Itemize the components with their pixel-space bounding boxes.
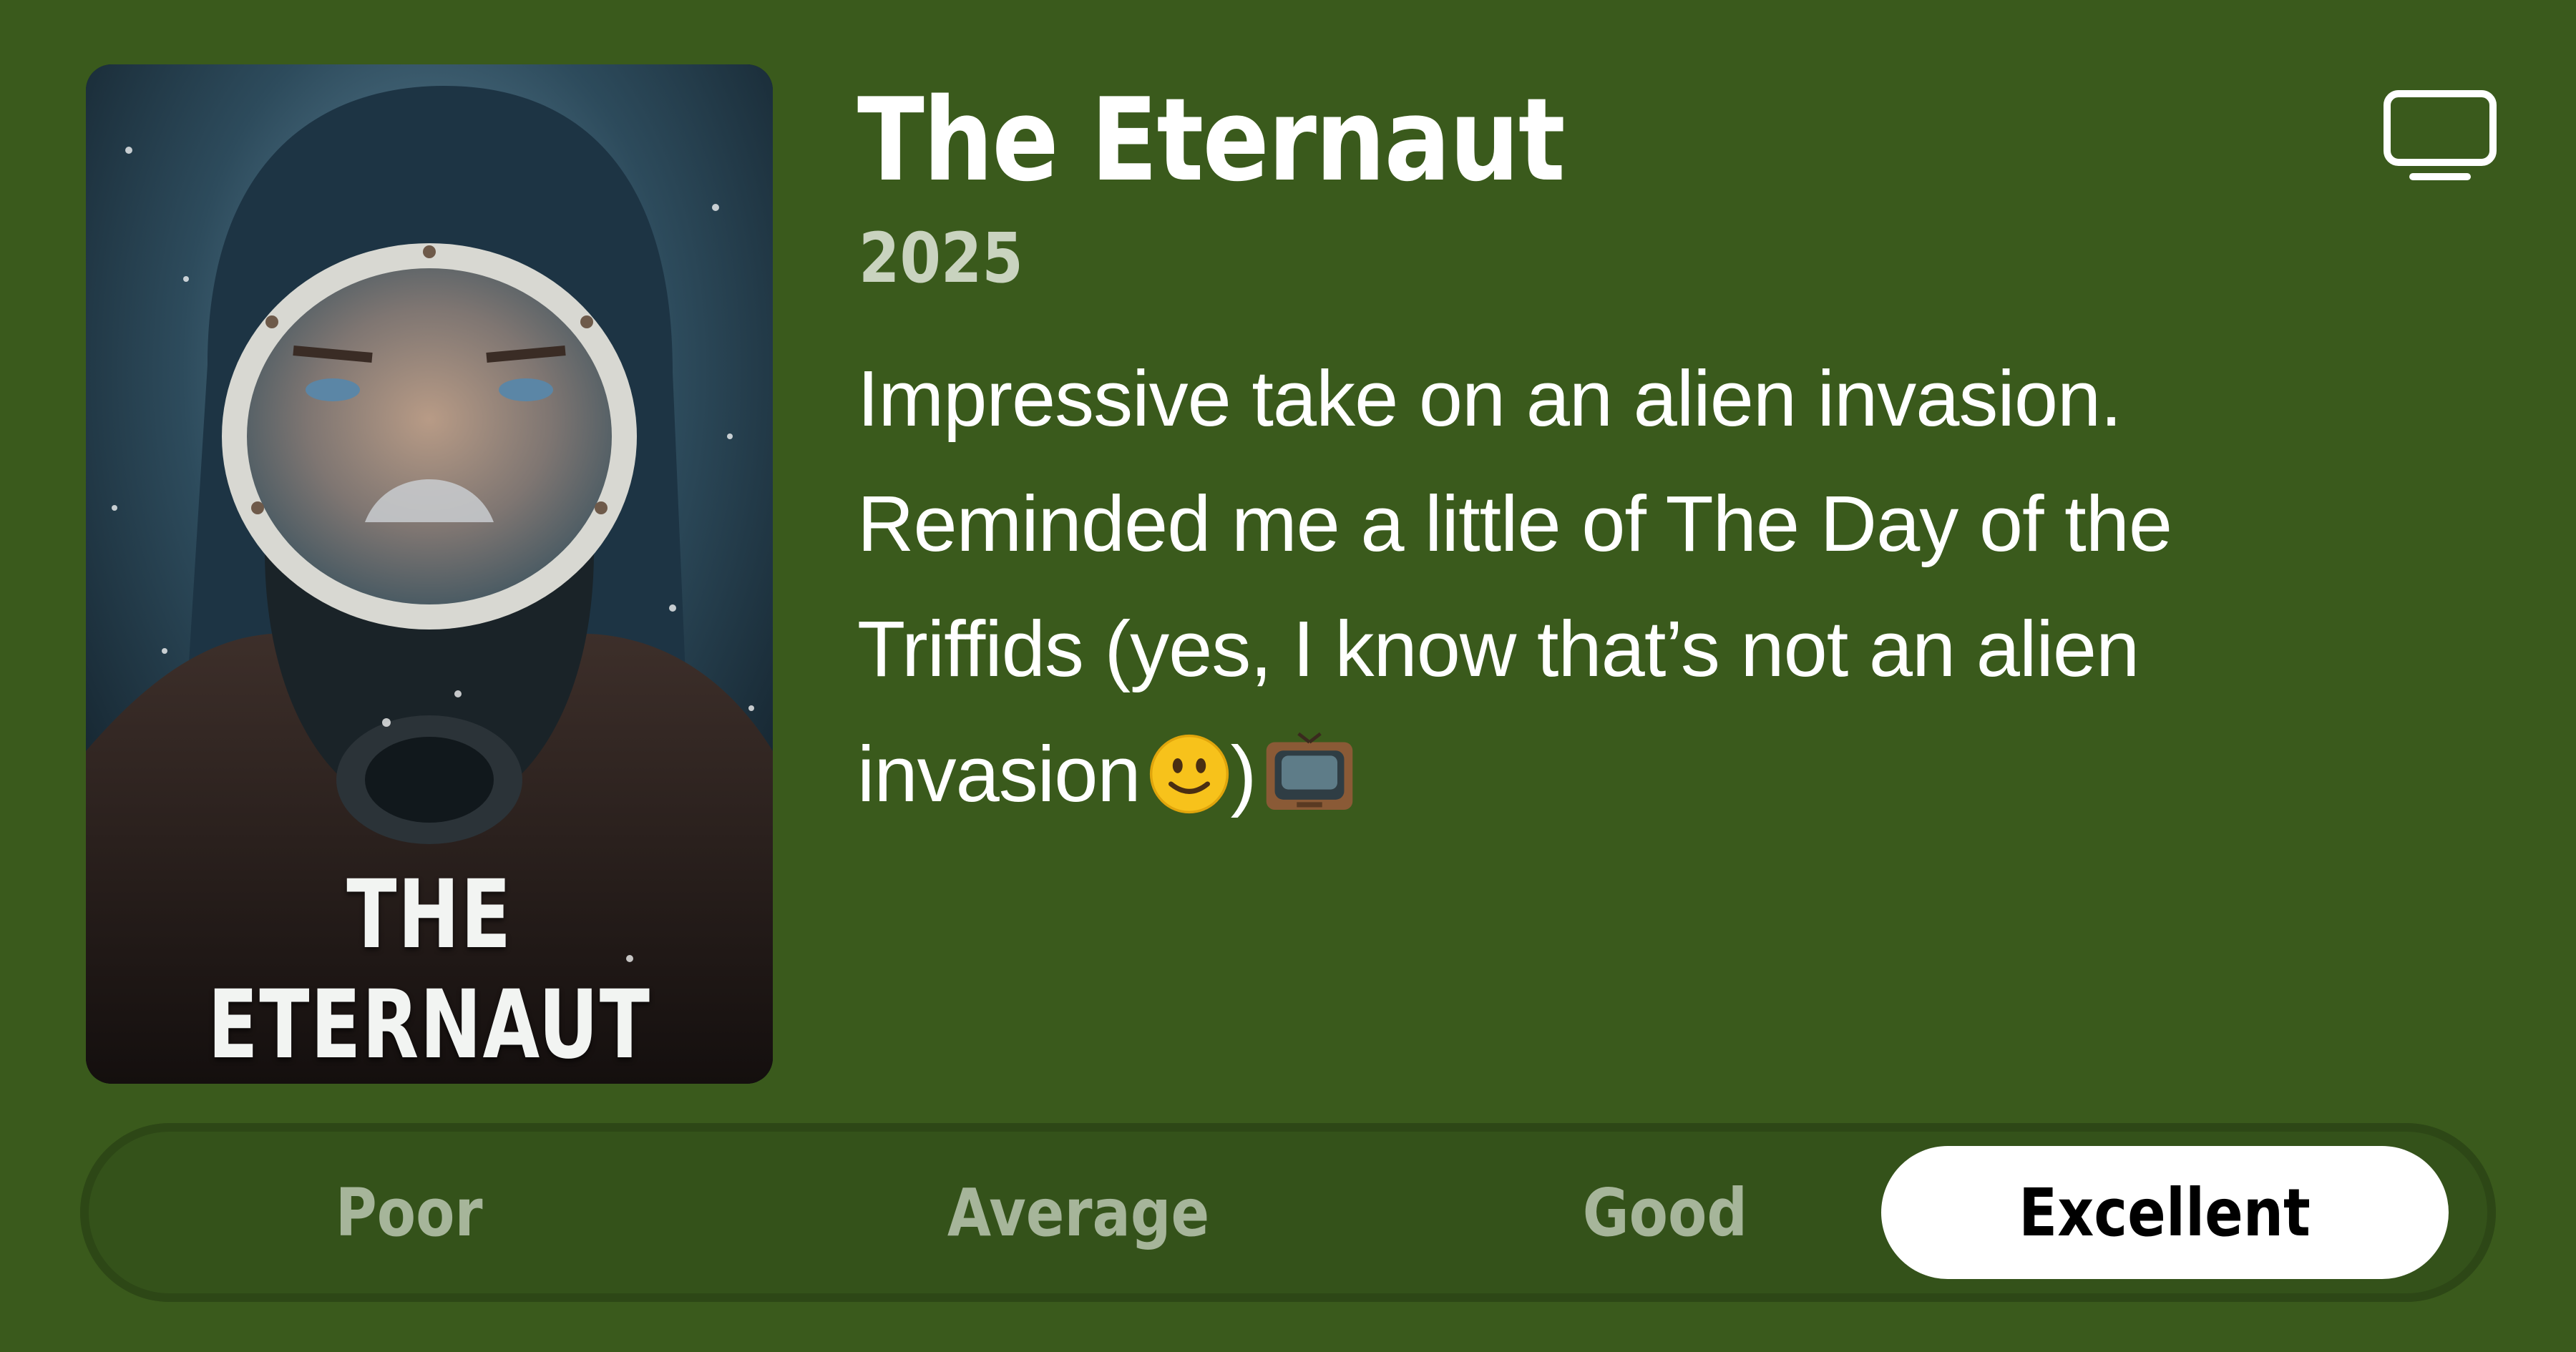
- release-year: 2025: [859, 218, 1023, 298]
- review-closing-paren: ): [1230, 730, 1257, 818]
- tv-icon[interactable]: [2383, 89, 2497, 182]
- rating-selector: Poor Average Good Excellent: [80, 1123, 2496, 1302]
- rating-option-label: Good: [1582, 1174, 1748, 1251]
- rating-option-label: Poor: [336, 1174, 483, 1251]
- poster-image: THE ETERNAUT: [86, 64, 773, 1084]
- rating-option-label: Excellent: [2019, 1174, 2311, 1251]
- slightly-smiling-face-icon: [1148, 726, 1231, 851]
- television-icon: [1263, 726, 1356, 851]
- show-title: The Eternaut: [857, 73, 1566, 207]
- rating-option-label: Average: [947, 1174, 1210, 1251]
- review-body: Impressive take on an alien invasion. Re…: [857, 355, 2172, 818]
- rating-option-poor[interactable]: Poor: [80, 1146, 738, 1279]
- poster-title: THE ETERNAUT: [208, 860, 651, 1080]
- review-text: Impressive take on an alien invasion. Re…: [857, 336, 2417, 851]
- rating-option-excellent[interactable]: Excellent: [1881, 1146, 2449, 1279]
